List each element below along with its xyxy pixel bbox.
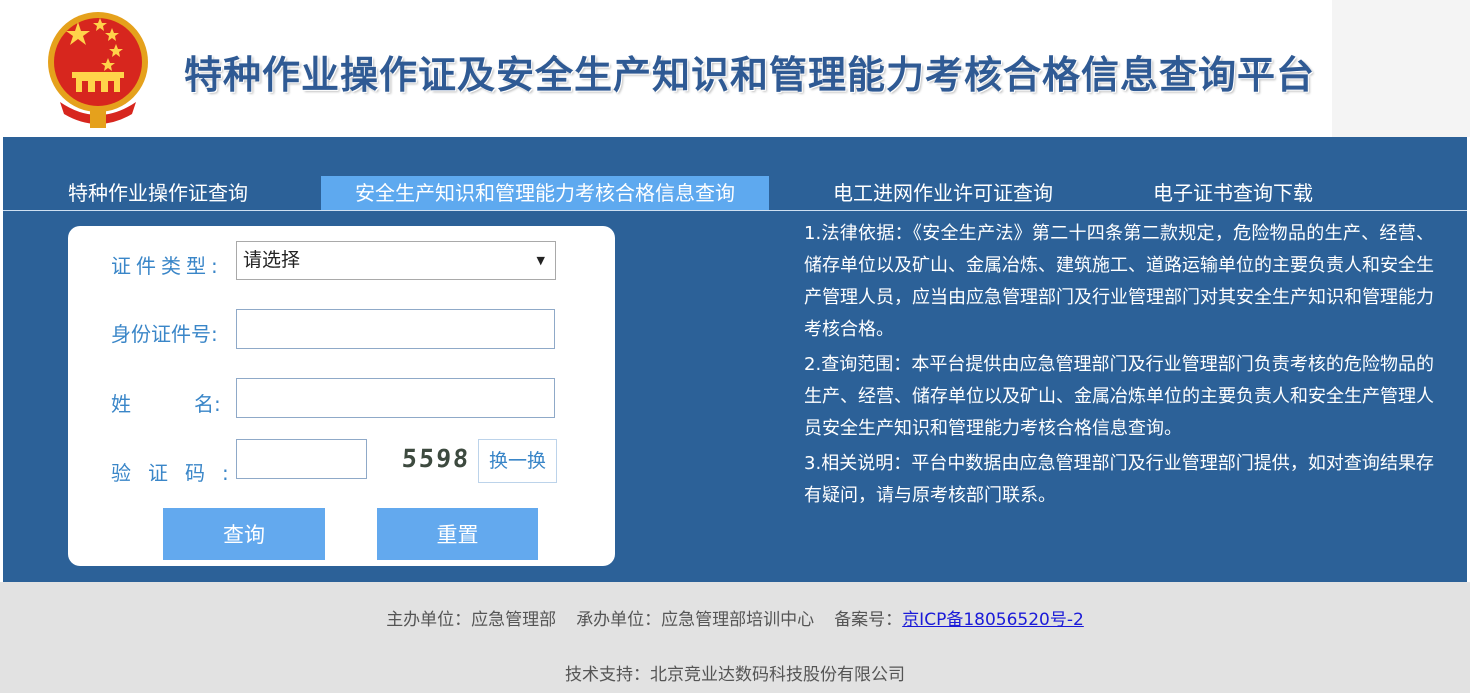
- site-title: 特种作业操作证及安全生产知识和管理能力考核合格信息查询平台: [184, 53, 1316, 97]
- tab-safety-knowledge[interactable]: 安全生产知识和管理能力考核合格信息查询: [321, 176, 769, 210]
- footer-record-label: 备案号：: [834, 610, 903, 630]
- id-number-input[interactable]: [236, 309, 555, 349]
- captcha-label: 验证码:: [111, 461, 246, 485]
- info-legal-basis: 1.法律依据：《安全生产法》第二十四条第二款规定，危险物品的生产、经营、储存单位…: [804, 223, 1434, 340]
- tab-electrician-permit[interactable]: 电工进网作业许可证查询: [833, 176, 1053, 210]
- header-right-panel: [1332, 0, 1470, 137]
- captcha-image[interactable]: 5598: [398, 442, 474, 484]
- cert-type-label: 证件类型:: [111, 254, 223, 278]
- tab-e-certificate[interactable]: 电子证书查询下载: [1153, 176, 1313, 210]
- info-notes: 3.相关说明：平台中数据由应急管理部门及行业管理部门提供，如对查询结果存有疑问，…: [804, 453, 1434, 506]
- captcha-input[interactable]: [236, 439, 367, 479]
- cert-type-selected: 请选择: [243, 249, 301, 271]
- reset-button[interactable]: 重置: [377, 508, 538, 560]
- name-label-first: 姓: [111, 392, 131, 416]
- captcha-text: 5598: [400, 444, 472, 473]
- info-panel: 1.法律依据：《安全生产法》第二十四条第二款规定，危险物品的生产、经营、储存单位…: [804, 218, 1434, 515]
- national-emblem-icon: [48, 12, 148, 128]
- icp-link[interactable]: 京ICP备18056520号-2: [902, 610, 1084, 630]
- info-query-scope: 2.查询范围：本平台提供由应急管理部门及行业管理部门负责考核的危险物品的生产、经…: [804, 354, 1434, 439]
- name-label-second: 名:: [194, 392, 221, 416]
- footer-support: 技术支持：北京竞业达数码科技股份有限公司: [565, 665, 905, 685]
- name-input[interactable]: [236, 378, 555, 418]
- nav-divider: [3, 210, 1467, 211]
- footer-organizer: 承办单位：应急管理部培训中心: [576, 610, 815, 630]
- header: 特种作业操作证及安全生产知识和管理能力考核合格信息查询平台: [0, 0, 1332, 137]
- query-button[interactable]: 查询: [163, 508, 325, 560]
- footer-host: 主办单位：应急管理部: [386, 610, 557, 630]
- cert-type-select[interactable]: 请选择 ▼: [236, 241, 556, 280]
- id-number-label: 身份证件号:: [111, 322, 218, 346]
- tab-special-operation[interactable]: 特种作业操作证查询: [68, 176, 248, 210]
- dropdown-arrow-icon: ▼: [536, 254, 545, 267]
- footer-line-1: 主办单位：应急管理部 承办单位：应急管理部培训中心 备案号：京ICP备1805652…: [0, 605, 1470, 630]
- refresh-captcha-button[interactable]: 换一换: [478, 439, 557, 483]
